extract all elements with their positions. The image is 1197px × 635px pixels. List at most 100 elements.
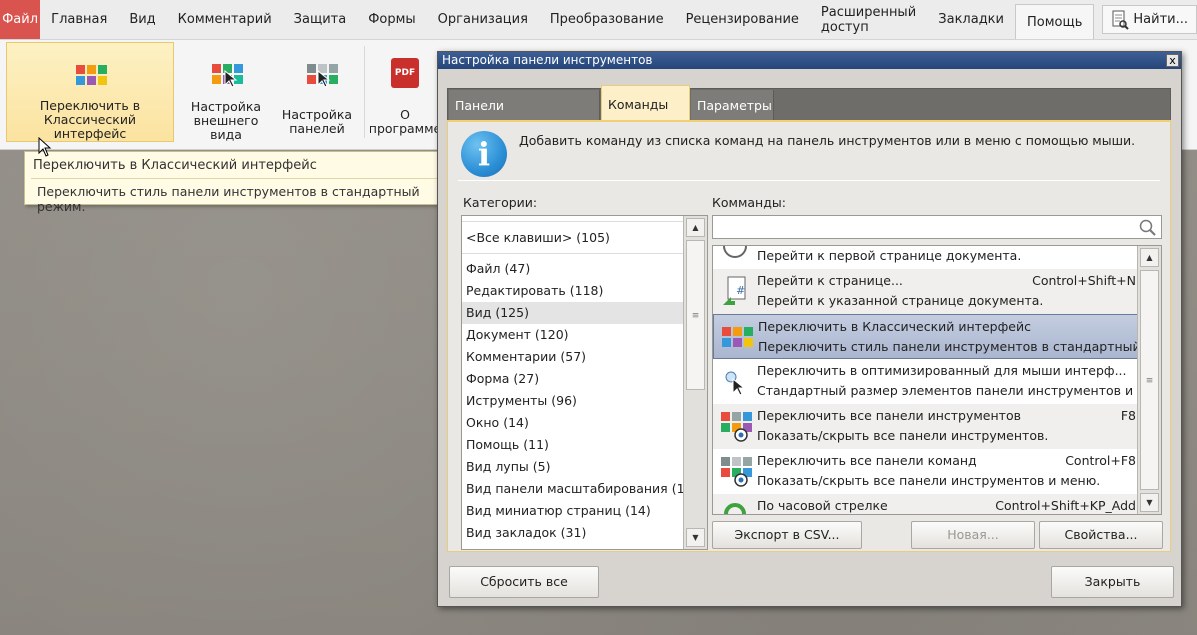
- category-item[interactable]: Форма (27): [462, 368, 684, 390]
- tooltip-title: Переключить в Классический интерфейс: [33, 158, 317, 173]
- category-separator: [462, 253, 684, 254]
- toggle-toolbars-icon: [721, 410, 752, 442]
- command-row[interactable]: # Перейти к странице... Control+Shift+N …: [713, 269, 1140, 314]
- pdf-badge: PDF: [391, 58, 419, 88]
- appearance-label-1: Настройка: [190, 99, 262, 114]
- category-item[interactable]: Вид панели масштабирования (1): [462, 478, 689, 500]
- commands-scroll-thumb[interactable]: ≡: [1140, 270, 1159, 490]
- command-row-selected[interactable]: Переключить в Классический интерфейс Пер…: [713, 314, 1140, 359]
- category-item[interactable]: Файл (47): [462, 258, 684, 280]
- menu-tab-sharing[interactable]: Расширенный доступ: [810, 0, 927, 39]
- category-item[interactable]: Иструменты (96): [462, 390, 684, 412]
- about-label-2: программе: [370, 121, 440, 136]
- commands-label: Комманды:: [712, 195, 786, 210]
- info-text: Добавить команду из списка команд на пан…: [519, 133, 1136, 148]
- dialog-titlebar[interactable]: Настройка панели инструментов x: [438, 52, 1181, 69]
- command-row[interactable]: Переключить в оптимизированный для мыши …: [713, 359, 1140, 404]
- categories-label: Категории:: [463, 195, 538, 210]
- scroll-up-icon[interactable]: ▲: [1140, 248, 1159, 267]
- panels-settings-button[interactable]: Настройка панелей: [278, 42, 356, 142]
- menu-tab-convert[interactable]: Преобразование: [539, 0, 675, 39]
- shortcut-label: Control+F8: [1065, 453, 1136, 468]
- category-item-selected[interactable]: Вид (125): [462, 302, 684, 324]
- category-item[interactable]: Помощь (11): [462, 434, 684, 456]
- new-button[interactable]: Новая...: [911, 521, 1035, 549]
- tab-commands[interactable]: Команды: [601, 85, 690, 121]
- reset-all-button[interactable]: Сбросить все: [449, 566, 599, 598]
- appearance-icon: [210, 56, 243, 88]
- tooltip: Переключить в Классический интерфейс Пер…: [24, 151, 448, 214]
- category-item[interactable]: Документ (120): [462, 324, 684, 346]
- menu-tab-comment[interactable]: Комментарий: [167, 0, 283, 39]
- categories-scrollbar[interactable]: ▲ ≡ ▼: [683, 216, 707, 549]
- export-csv-button[interactable]: Экспорт в CSV...: [712, 521, 862, 549]
- category-item[interactable]: Вид миниатюр страниц (14): [462, 500, 684, 522]
- toggle-command-panels-icon: [721, 455, 752, 487]
- category-item[interactable]: <Все клавиши> (105): [462, 227, 684, 249]
- commands-scrollbar[interactable]: ▲ ≡ ▼: [1137, 246, 1161, 514]
- command-row[interactable]: Переключить все панели инструментов F8 П…: [713, 404, 1140, 449]
- properties-button[interactable]: Свойства...: [1039, 521, 1163, 549]
- about-label-1: О: [400, 107, 410, 122]
- categories-scroll-thumb[interactable]: ≡: [686, 240, 705, 390]
- category-item[interactable]: Окно (14): [462, 412, 684, 434]
- menu-tab-organize[interactable]: Организация: [427, 0, 539, 39]
- scroll-down-icon[interactable]: ▼: [1140, 493, 1159, 512]
- panels-label-2: панелей: [289, 121, 345, 136]
- appearance-settings-button[interactable]: Настройка внешнего вида: [176, 42, 276, 142]
- switch-classic-button[interactable]: Переключить в Классический интерфейс: [6, 42, 174, 142]
- category-item[interactable]: Комментарии (57): [462, 346, 684, 368]
- classic-interface-icon: [74, 57, 107, 85]
- tab-parameters[interactable]: Параметры: [691, 90, 774, 121]
- shortcut-label: F8: [1116, 408, 1136, 423]
- go-to-page-icon: #: [721, 275, 749, 307]
- menu-tab-view[interactable]: Вид: [118, 0, 166, 39]
- menu-bar: Файл Главная Вид Комментарий Защита Форм…: [0, 0, 1197, 40]
- panel-divider: [458, 180, 1160, 181]
- command-row[interactable]: Переключить все панели команд Control+F8…: [713, 449, 1140, 494]
- list-cut-item: [462, 216, 684, 222]
- ribbon-separator: [364, 46, 365, 138]
- commands-panel: i Добавить команду из списка команд на п…: [447, 120, 1171, 552]
- command-row[interactable]: По часовой стрелке Control+Shift+KP_Add: [713, 494, 1140, 514]
- scroll-up-icon[interactable]: ▲: [686, 218, 705, 237]
- classic-interface-icon: [722, 321, 753, 353]
- menu-tab-help[interactable]: Помощь: [1014, 4, 1095, 39]
- category-item[interactable]: Вид закладок (31): [462, 522, 684, 544]
- tab-toolbars[interactable]: Панели инструментов: [449, 90, 600, 144]
- mouse-cursor-icon: [38, 137, 52, 157]
- category-item[interactable]: Вид лупы (5): [462, 456, 684, 478]
- menu-tab-forms[interactable]: Формы: [357, 0, 426, 39]
- about-button[interactable]: PDF О программе: [370, 42, 440, 142]
- info-icon: i: [461, 131, 507, 177]
- menu-tab-review[interactable]: Рецензирование: [675, 0, 810, 39]
- command-row[interactable]: Перейти к первой странице документа.: [713, 246, 1140, 269]
- dialog-close-icon[interactable]: x: [1166, 54, 1179, 67]
- categories-list[interactable]: <Все клавиши> (105) Файл (47) Редактиров…: [461, 215, 708, 550]
- shortcut-label: Control+Shift+N: [1028, 273, 1136, 288]
- menu-tab-home[interactable]: Главная: [40, 0, 118, 39]
- switch-classic-label-2: Классический интерфейс: [43, 112, 137, 141]
- scroll-down-icon[interactable]: ▼: [686, 528, 705, 547]
- rotate-clockwise-icon: [721, 500, 749, 514]
- find-button-label: Найти...: [1133, 12, 1188, 27]
- panels-settings-icon: [301, 56, 338, 88]
- tooltip-divider: [31, 178, 441, 179]
- menu-file[interactable]: Файл: [0, 0, 41, 39]
- switch-classic-label-1: Переключить в: [39, 98, 141, 113]
- shortcut-label: Control+Shift+KP_Add: [991, 498, 1136, 513]
- command-search-input[interactable]: [712, 215, 1162, 239]
- find-document-icon: [1112, 10, 1130, 30]
- first-page-icon: [721, 246, 749, 262]
- menu-tab-protect[interactable]: Защита: [283, 0, 358, 39]
- search-icon: [1139, 219, 1156, 236]
- svg-text:#: #: [736, 284, 745, 297]
- mouse-optimized-icon: [721, 365, 749, 397]
- category-item[interactable]: Редактировать (118): [462, 280, 684, 302]
- appearance-label-2: внешнего вида: [193, 113, 259, 142]
- commands-list[interactable]: Перейти к первой странице документа. # П…: [712, 245, 1162, 515]
- menu-tab-bookmarks[interactable]: Закладки: [927, 0, 1015, 39]
- find-button[interactable]: Найти...: [1102, 5, 1197, 34]
- dialog-tabs: Панели инструментов Команды Параметры: [447, 85, 1171, 144]
- close-button[interactable]: Закрыть: [1051, 566, 1174, 598]
